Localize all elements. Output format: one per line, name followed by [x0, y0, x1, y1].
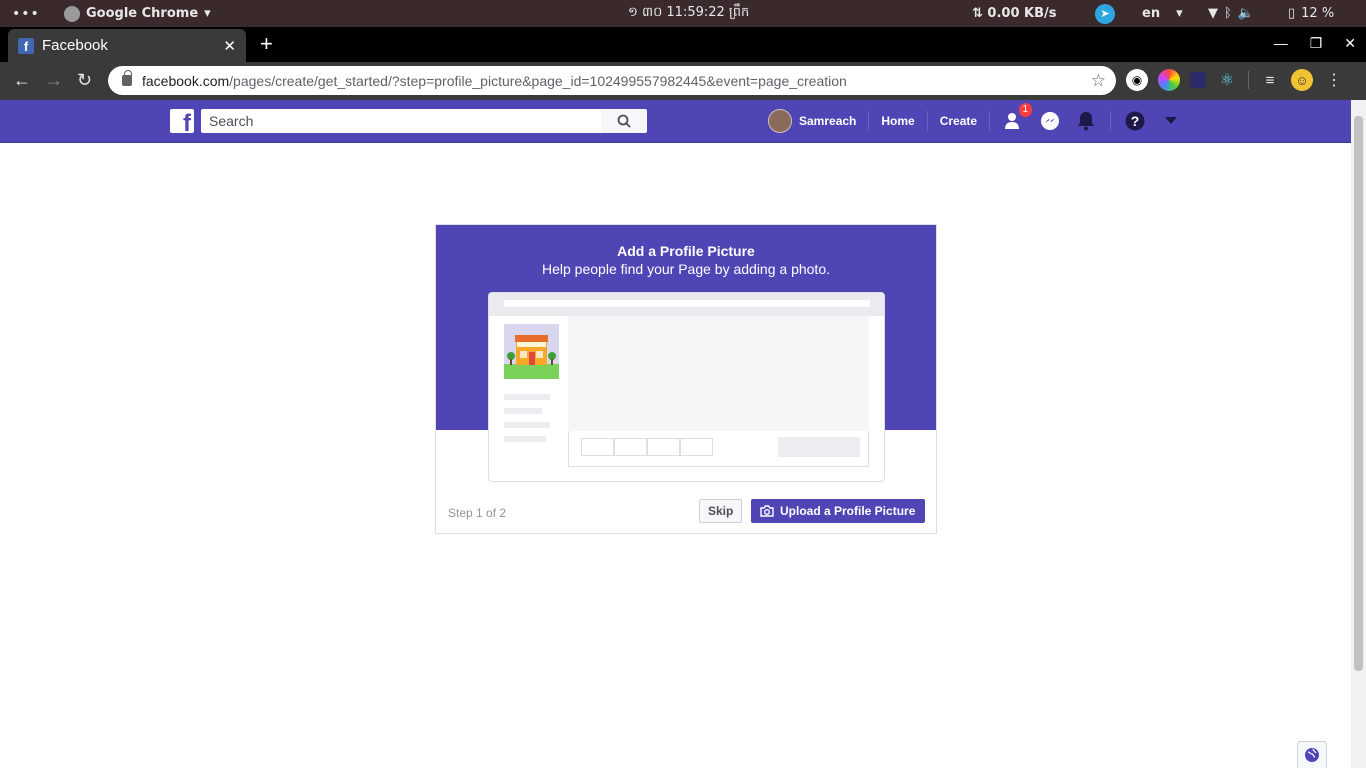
bell-icon: [1078, 112, 1095, 131]
extensions: ◉ ⚛ ≡ ☺ ⋮: [1126, 69, 1345, 91]
messenger-button[interactable]: [1038, 109, 1062, 133]
url-host: facebook.com: [142, 72, 230, 89]
volume-icon: 🔈: [1237, 6, 1254, 21]
avatar[interactable]: [768, 109, 792, 133]
header-nav: Samreach Home Create 1 ?: [768, 100, 1195, 142]
tab-title: Facebook: [42, 37, 108, 54]
toolbar-divider: [1248, 71, 1249, 89]
telegram-tray[interactable]: ➤: [1095, 0, 1115, 27]
os-top-bar: ••• Google Chrome ▾ ១ ៣០ 11:59:22 ព្រឹក …: [0, 0, 1366, 27]
language-globe-button[interactable]: [1297, 741, 1327, 768]
owl-extension-icon[interactable]: ◉: [1126, 69, 1148, 91]
skip-button[interactable]: Skip: [699, 499, 743, 523]
preview-line: [504, 394, 550, 400]
scrollbar-thumb[interactable]: [1354, 116, 1363, 671]
storefront-icon: [504, 324, 559, 379]
camera-icon: [760, 505, 774, 517]
nav-divider: [926, 111, 928, 131]
system-tray[interactable]: ▼ ᛒ 🔈: [1208, 0, 1254, 27]
react-devtools-icon[interactable]: ⚛: [1216, 69, 1238, 91]
color-picker-extension-icon[interactable]: [1158, 69, 1180, 91]
chrome-icon: [64, 5, 80, 22]
tab-strip: f Facebook ✕ + — ❐ ✕: [0, 27, 1366, 62]
friend-requests-button[interactable]: 1: [1002, 103, 1033, 133]
window-controls: — ❐ ✕: [1274, 35, 1356, 52]
page-scrollbar[interactable]: [1351, 100, 1366, 768]
new-tab-button[interactable]: +: [260, 33, 273, 55]
preview-line: [504, 436, 546, 442]
minimize-icon[interactable]: —: [1274, 35, 1288, 52]
dialog-title: Add a Profile Picture: [617, 243, 755, 259]
messenger-icon: [1041, 112, 1060, 130]
media-controls-icon[interactable]: ≡: [1259, 69, 1281, 91]
chevron-down-icon: ▾: [204, 6, 211, 21]
battery-level: 12 %: [1301, 6, 1335, 21]
friend-requests-badge: 1: [1018, 103, 1033, 117]
profile-picture-dialog: Add a Profile Picture Help people find y…: [435, 224, 937, 534]
preview-line: [504, 422, 550, 428]
nav-divider: [868, 111, 870, 131]
activities-menu[interactable]: •••: [12, 0, 40, 27]
telegram-icon: ➤: [1095, 3, 1115, 24]
browser-tab[interactable]: f Facebook ✕: [8, 29, 246, 62]
upload-button-label: Upload a Profile Picture: [780, 504, 916, 518]
net-speed: ⇅ 0.00 KB/s: [972, 6, 1057, 21]
upload-profile-picture-button[interactable]: Upload a Profile Picture: [751, 499, 926, 523]
wifi-icon: ▼: [1208, 6, 1218, 21]
language-label: en: [1142, 6, 1161, 21]
step-indicator: Step 1 of 2: [448, 506, 507, 520]
square-extension-icon[interactable]: [1190, 72, 1206, 88]
account-menu-button[interactable]: [1159, 109, 1183, 133]
address-bar[interactable]: facebook.com/pages/create/get_started/?s…: [108, 66, 1116, 95]
app-menu[interactable]: Google Chrome ▾: [64, 0, 211, 27]
battery-icon: ▯: [1288, 6, 1296, 21]
home-link[interactable]: Home: [881, 114, 914, 128]
create-link[interactable]: Create: [940, 114, 977, 128]
page-preview-illustration: [488, 292, 885, 482]
svg-text:?: ?: [1131, 113, 1140, 129]
preview-cover-area: [568, 316, 869, 431]
preview-top-bar: [489, 293, 884, 316]
maximize-icon[interactable]: ❐: [1310, 35, 1323, 52]
bookmark-star-icon[interactable]: ☆: [1091, 71, 1106, 91]
notifications-button[interactable]: [1074, 109, 1098, 133]
back-icon[interactable]: ←: [13, 70, 31, 90]
browser-toolbar: ← → ↻ facebook.com/pages/create/get_star…: [0, 62, 1366, 100]
chevron-down-icon: ▾: [1176, 6, 1183, 21]
help-icon: ?: [1125, 111, 1145, 131]
language-indicator[interactable]: en ▾: [1142, 0, 1183, 27]
reload-icon[interactable]: ↻: [77, 70, 92, 90]
close-window-icon[interactable]: ✕: [1344, 35, 1356, 52]
profile-link[interactable]: Samreach: [799, 114, 856, 128]
preview-line: [504, 408, 542, 414]
bluetooth-icon: ᛒ: [1224, 6, 1232, 21]
app-name: Google Chrome: [86, 6, 199, 21]
facebook-header: f Samreach Home Create 1 ?: [0, 100, 1351, 143]
nav-divider: [1110, 111, 1112, 131]
facebook-favicon-icon: f: [18, 37, 34, 54]
close-tab-icon[interactable]: ✕: [223, 37, 236, 55]
forward-icon[interactable]: →: [45, 70, 63, 90]
search-button[interactable]: [601, 109, 647, 133]
chrome-menu-icon[interactable]: ⋮: [1323, 69, 1345, 91]
profile-avatar-icon[interactable]: ☺: [1291, 69, 1313, 91]
lock-icon[interactable]: [122, 70, 132, 86]
url-path: /pages/create/get_started/?step=profile_…: [229, 72, 847, 89]
dialog-subtitle: Help people find your Page by adding a p…: [542, 261, 830, 277]
search-icon: [617, 114, 631, 128]
nav-divider: [989, 111, 991, 131]
help-button[interactable]: ?: [1123, 109, 1147, 133]
caret-down-icon: [1165, 117, 1178, 124]
preview-tabs: [568, 431, 869, 467]
battery-indicator[interactable]: ▯ 12 %: [1288, 0, 1334, 27]
clock[interactable]: ១ ៣០ 11:59:22 ព្រឹក: [628, 0, 749, 27]
globe-icon: [1305, 748, 1319, 762]
search-input[interactable]: [201, 109, 601, 133]
facebook-logo-icon[interactable]: f: [170, 109, 194, 133]
